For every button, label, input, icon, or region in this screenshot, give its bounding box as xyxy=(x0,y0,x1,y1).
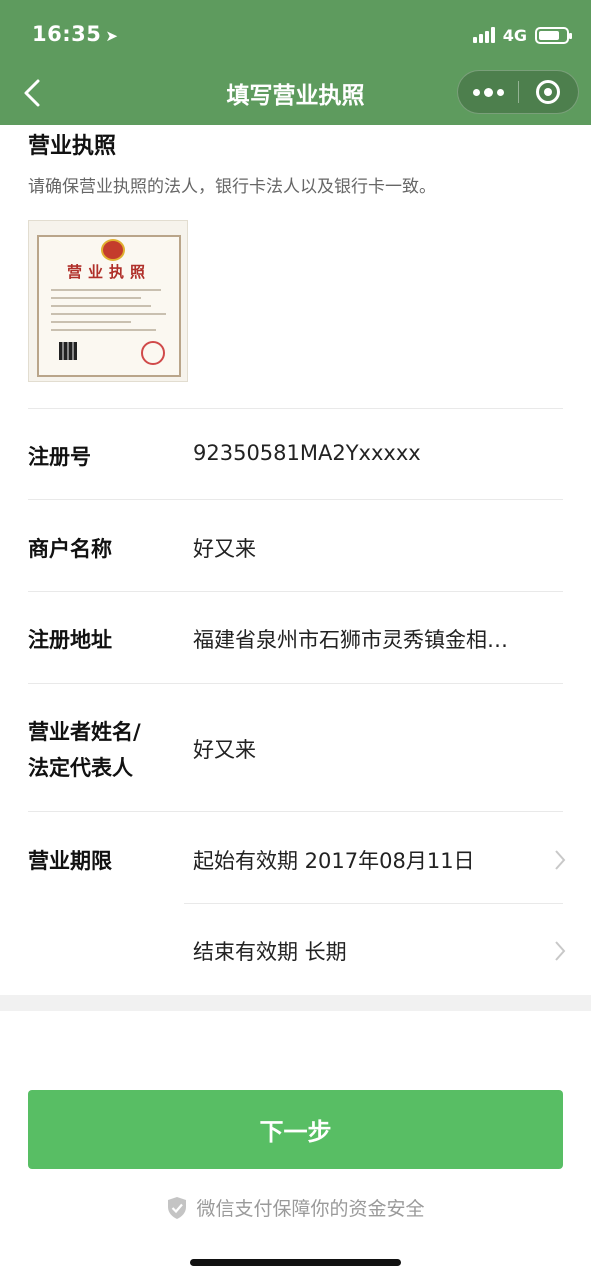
field-value-legal-rep: 好又来 xyxy=(193,738,256,762)
field-value-reg-address: 福建省泉州市石狮市灵秀镇金相… xyxy=(193,628,508,652)
battery-icon xyxy=(535,26,572,44)
signal-icon xyxy=(472,27,495,43)
divider xyxy=(184,903,563,904)
license-image-title: 营业执照 xyxy=(66,263,151,281)
field-label-reg-no: 注册号 xyxy=(28,445,91,469)
field-label-legal-rep-line1: 营业者姓名/ xyxy=(28,720,141,744)
status-indicators: 4G xyxy=(472,22,572,48)
home-indicator[interactable] xyxy=(190,1259,401,1266)
field-label-business-term: 营业期限 xyxy=(28,849,112,873)
status-time: 16:35 ➤ xyxy=(32,22,119,46)
divider xyxy=(28,499,563,500)
more-dots-icon[interactable] xyxy=(458,70,518,114)
security-text: 微信支付保障你的资金安全 xyxy=(196,1198,425,1220)
section-description: 请确保营业执照的法人，银行卡法人以及银行卡一致。 xyxy=(28,177,436,197)
divider xyxy=(28,811,563,812)
business-license-image[interactable]: 营业执照 xyxy=(28,220,188,382)
license-text-line xyxy=(51,329,156,331)
license-text-line xyxy=(51,313,166,315)
mini-program-capsule xyxy=(457,70,579,114)
top-bar: 16:35 ➤ 4G 填写营业执照 xyxy=(0,0,591,125)
national-emblem-icon xyxy=(101,239,125,261)
target-close-icon[interactable] xyxy=(519,70,578,114)
divider xyxy=(28,408,563,409)
license-text-line xyxy=(51,305,151,307)
chevron-right-icon[interactable] xyxy=(553,939,567,963)
license-frame: 营业执照 xyxy=(37,235,181,377)
field-value-merchant-name: 好又来 xyxy=(193,537,256,561)
location-arrow-icon: ➤ xyxy=(105,27,119,45)
field-label-merchant-name: 商户名称 xyxy=(28,537,112,561)
chevron-right-icon[interactable] xyxy=(553,848,567,872)
field-value-end-date[interactable]: 结束有效期 长期 xyxy=(193,936,533,966)
field-label-reg-address: 注册地址 xyxy=(28,628,112,652)
field-value-start-date[interactable]: 起始有效期 2017年08月11日 xyxy=(193,845,533,875)
section-title: 营业执照 xyxy=(28,134,117,159)
license-text-line xyxy=(51,297,141,299)
field-value-reg-no: 92350581MA2Yxxxxx xyxy=(193,441,421,465)
network-type: 4G xyxy=(502,25,527,45)
license-text-line xyxy=(51,289,161,291)
divider xyxy=(28,683,563,684)
shield-check-icon xyxy=(168,1196,187,1219)
divider xyxy=(28,591,563,592)
security-footer: 微信支付保障你的资金安全 xyxy=(0,1194,591,1221)
red-seal-icon xyxy=(141,341,165,365)
qr-code-icon xyxy=(59,342,77,360)
next-step-button[interactable]: 下一步 xyxy=(28,1090,563,1169)
field-label-legal-rep-line2: 法定代表人 xyxy=(28,756,133,780)
section-separator xyxy=(0,995,591,1011)
license-text-line xyxy=(51,321,131,323)
